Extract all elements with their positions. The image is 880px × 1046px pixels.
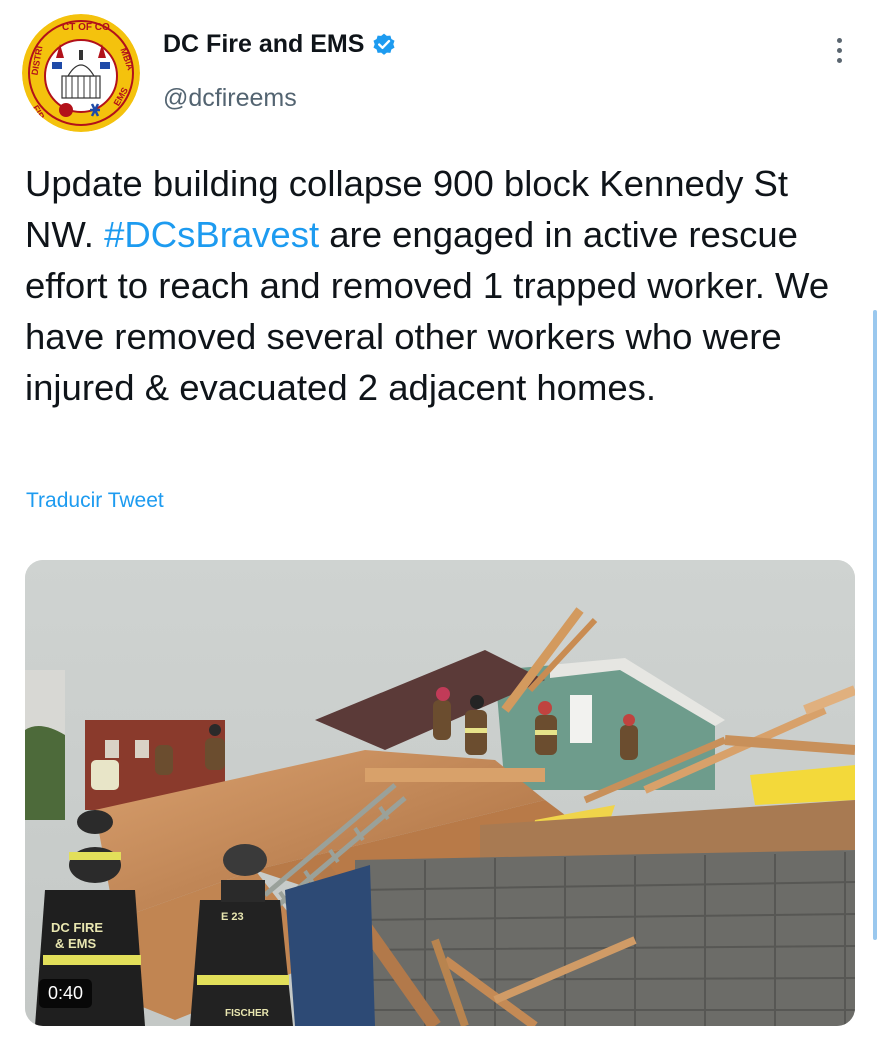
author-handle[interactable]: @dcfireems [163,84,297,113]
verified-badge-icon [371,32,397,58]
video-duration-badge: 0:40 [39,979,93,1008]
dc-fire-ems-seal-icon: CT OF CO DISTRI MBIA FIR EMS [22,14,140,132]
video-thumbnail: DC FIRE & EMS E 23 FISCHER [25,560,855,1026]
tweet-text: Update building collapse 900 block Kenne… [25,158,855,413]
svg-text:& EMS: & EMS [55,936,97,951]
translate-tweet-link[interactable]: Traducir Tweet [26,489,164,513]
hashtag-link[interactable]: #DCsBravest [104,214,319,255]
scrollbar[interactable] [873,310,877,940]
svg-text:E 23: E 23 [221,911,244,923]
svg-text:FISCHER: FISCHER [225,1008,270,1019]
svg-text:CT OF CO: CT OF CO [62,22,110,33]
tweet-video[interactable]: DC FIRE & EMS E 23 FISCHER 0:40 [25,560,855,1026]
more-options-icon[interactable] [822,30,856,70]
author-display-name[interactable]: DC Fire and EMS [163,30,364,59]
svg-text:DC FIRE: DC FIRE [51,920,103,935]
avatar[interactable]: CT OF CO DISTRI MBIA FIR EMS [22,14,140,132]
